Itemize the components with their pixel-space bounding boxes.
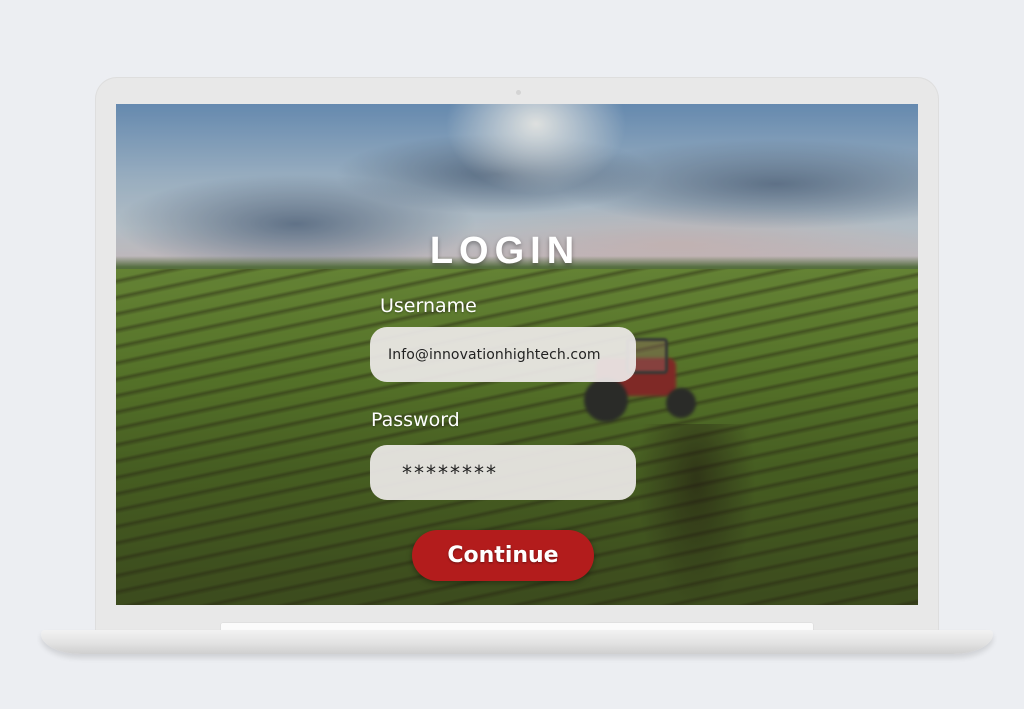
laptop-base xyxy=(41,630,993,654)
webcam-icon xyxy=(516,90,521,95)
login-title: LOGIN xyxy=(429,230,581,272)
username-input[interactable] xyxy=(370,327,636,382)
password-input[interactable] xyxy=(370,445,636,500)
mockup-stage: LOGIN Username Password Continue xyxy=(0,0,1024,709)
continue-button[interactable]: Continue xyxy=(412,530,594,581)
username-label: Username xyxy=(380,295,477,317)
password-label: Password xyxy=(371,409,460,431)
